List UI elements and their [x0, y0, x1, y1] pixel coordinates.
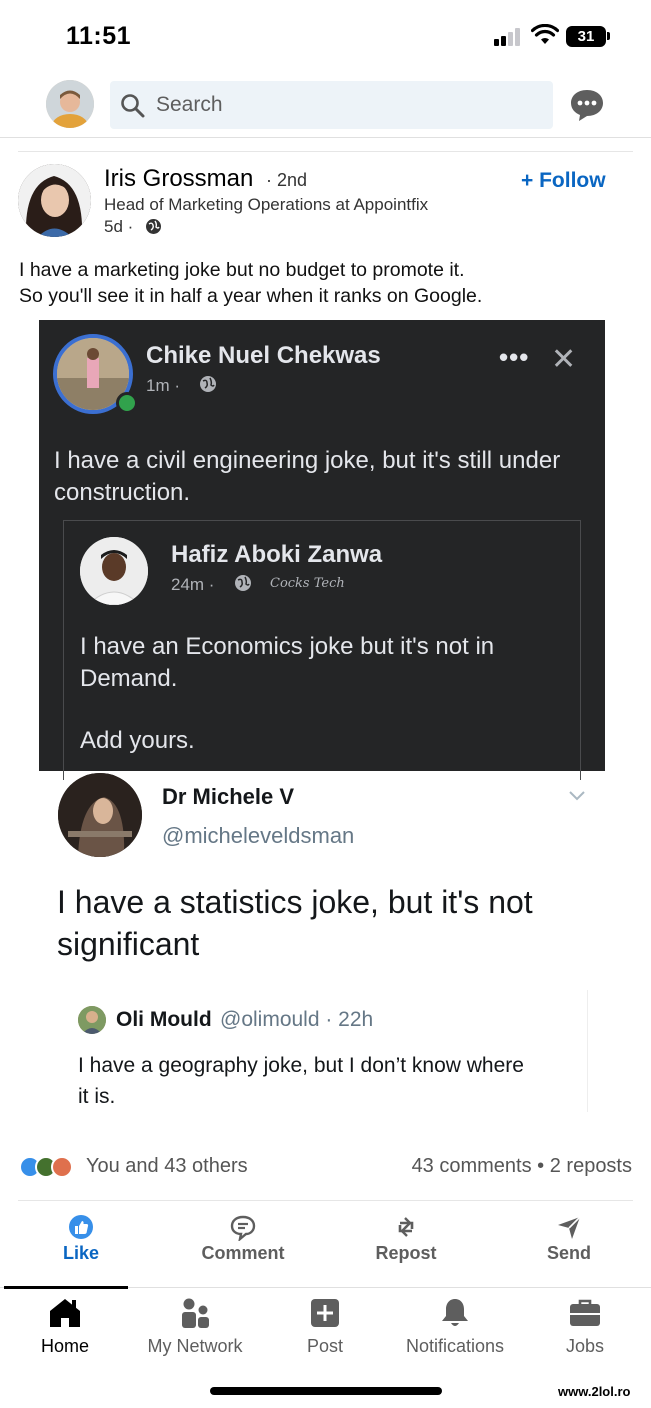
tweet-handle: @micheleveldsman: [162, 823, 355, 848]
comment-button[interactable]: Comment: [183, 1207, 303, 1264]
chevron-down-icon: [569, 791, 585, 801]
tweet-text: I have a statistics joke, but it's not s…: [57, 884, 533, 962]
repost-icon: [398, 1217, 414, 1237]
fb-shared-time: 24m ·: [171, 575, 215, 594]
globe-icon: [146, 219, 161, 234]
connection-degree: · 2nd: [266, 170, 308, 190]
action-bar: Like Comment Repost Send: [0, 1207, 651, 1275]
tab-my-network-label: My Network: [147, 1336, 243, 1356]
briefcase-icon: [570, 1299, 600, 1326]
divider: [18, 151, 633, 152]
signal-icon: [494, 28, 522, 46]
post-time: 5d ·: [104, 217, 134, 236]
post-image[interactable]: Chike Nuel Chekwas 1m · ••• ✕ I have a c…: [39, 320, 605, 780]
quoted-author: Oli Mould: [116, 1008, 212, 1031]
quoted-avatar: [78, 1006, 106, 1034]
like-button[interactable]: Like: [21, 1207, 141, 1264]
search-input[interactable]: [156, 81, 536, 129]
fb-shared-author: Hafiz Aboki Zanwa: [171, 541, 383, 568]
quoted-tweet: Oli Mould @olimould · 22h I have a geogr…: [58, 990, 588, 1112]
fb-post-time: 1m ·: [146, 376, 180, 395]
comment-label: Comment: [201, 1243, 285, 1263]
thumbs-up-icon: [69, 1215, 93, 1239]
tweet-avatar: [58, 773, 142, 857]
signature-watermark: Cocks Tech: [270, 576, 345, 591]
fb-shared-text: I have an Economics joke but it's not in…: [80, 633, 495, 692]
post-text-line: I have a marketing joke but no budget to…: [19, 259, 465, 281]
author-name[interactable]: Iris Grossman: [104, 165, 253, 193]
tweet-author: Dr Michele V: [162, 784, 295, 809]
tab-notifications[interactable]: Notifications: [390, 1296, 520, 1357]
online-indicator: [116, 392, 138, 414]
comments-reposts-count[interactable]: 43 comments • 2 reposts: [412, 1155, 632, 1178]
tab-my-network[interactable]: My Network: [130, 1296, 260, 1357]
search-box[interactable]: [110, 81, 553, 129]
fb-author-name: Chike Nuel Chekwas: [146, 342, 381, 369]
author-headline: Head of Marketing Operations at Appointf…: [104, 195, 429, 214]
reactions-icons[interactable]: [19, 1156, 79, 1178]
messaging-icon[interactable]: [569, 88, 605, 122]
quoted-text: I have a geography joke, but I don’t kno…: [78, 1054, 524, 1108]
search-icon: [121, 94, 145, 118]
network-icon: [182, 1298, 209, 1328]
follow-button[interactable]: + Follow: [521, 166, 606, 196]
home-indicator: [210, 1387, 442, 1395]
post-icon: [311, 1299, 339, 1327]
fb-shared-text-2: Add yours.: [80, 727, 195, 754]
repost-button[interactable]: Repost: [346, 1207, 466, 1264]
tab-jobs-label: Jobs: [565, 1336, 605, 1356]
my-avatar[interactable]: [46, 80, 94, 128]
status-time: 11:51: [66, 22, 132, 50]
wifi-icon: [531, 24, 559, 44]
tab-jobs[interactable]: Jobs: [520, 1296, 650, 1357]
battery-tip: [607, 32, 610, 40]
post-text-line: So you'll see it in half a year when it …: [19, 285, 483, 307]
fb-shared-avatar: [80, 537, 148, 605]
post-text: I have a marketing joke but no budget to…: [19, 257, 629, 309]
divider: [18, 1200, 633, 1201]
send-label: Send: [546, 1243, 591, 1263]
fb-post-text: I have a civil engineering joke, but it'…: [54, 447, 561, 506]
quoted-handle: @olimould · 22h: [220, 1008, 374, 1031]
home-icon: [50, 1299, 80, 1327]
more-icon: •••: [499, 342, 530, 372]
tab-home-label: Home: [40, 1336, 89, 1356]
tab-post-label: Post: [306, 1336, 344, 1356]
comment-icon: [230, 1215, 256, 1241]
author-avatar[interactable]: [18, 164, 91, 237]
send-icon: [558, 1216, 581, 1239]
fb-shared-post: Hafiz Aboki Zanwa 24m · Cocks Tech I hav…: [63, 520, 581, 780]
globe-icon: [235, 575, 251, 591]
watermark: www.2lol.ro: [558, 1384, 631, 1399]
battery-icon: 31: [566, 26, 606, 47]
close-icon: ✕: [551, 343, 577, 376]
top-nav: [0, 72, 651, 138]
bell-icon: [442, 1299, 468, 1326]
love-reaction-icon: [51, 1156, 73, 1178]
repost-label: Repost: [375, 1243, 437, 1263]
tab-post[interactable]: Post: [260, 1296, 390, 1357]
status-bar: 11:51 31: [0, 0, 651, 72]
tab-notifications-label: Notifications: [405, 1336, 505, 1356]
active-tab-indicator: [4, 1286, 128, 1289]
reactions-count[interactable]: You and 43 others: [86, 1155, 248, 1178]
globe-icon: [200, 376, 216, 392]
like-label: Like: [62, 1243, 100, 1263]
tab-home[interactable]: Home: [0, 1296, 130, 1357]
send-button[interactable]: Send: [509, 1207, 629, 1264]
